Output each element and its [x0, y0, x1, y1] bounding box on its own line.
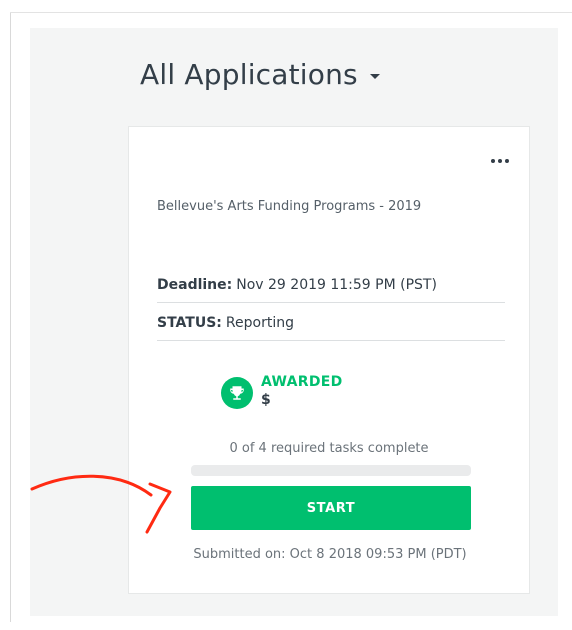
more-dot [498, 159, 502, 163]
start-button[interactable]: START [191, 486, 471, 530]
award-amount: $ [261, 392, 271, 408]
applications-filter-dropdown[interactable]: All Applications [140, 54, 380, 94]
deadline-label: Deadline: [157, 276, 233, 293]
tasks-progress-bar [191, 465, 471, 476]
trophy-icon [221, 377, 253, 409]
deadline-value: Nov 29 2019 11:59 PM (PST) [236, 276, 437, 293]
app-frame: All Applications Bellevue's Arts Funding… [0, 0, 572, 630]
top-divider [10, 12, 572, 13]
trophy-glyph [230, 386, 244, 400]
status-label: STATUS: [157, 314, 222, 331]
award-label: AWARDED [261, 374, 343, 390]
more-options-icon[interactable] [487, 151, 513, 171]
award-block: AWARDED $ [221, 373, 343, 409]
more-dot [491, 159, 495, 163]
status-value: Reporting [225, 314, 294, 331]
program-name: Bellevue's Arts Funding Programs - 2019 [157, 199, 422, 214]
page-title: All Applications [140, 57, 358, 91]
deadline-row: Deadline: Nov 29 2019 11:59 PM (PST) [157, 267, 505, 303]
more-dot [505, 159, 509, 163]
caret-down-icon [369, 73, 380, 79]
award-text: AWARDED $ [261, 373, 343, 409]
status-row: STATUS: Reporting [157, 305, 505, 341]
annotation-arrow-icon [30, 474, 172, 534]
